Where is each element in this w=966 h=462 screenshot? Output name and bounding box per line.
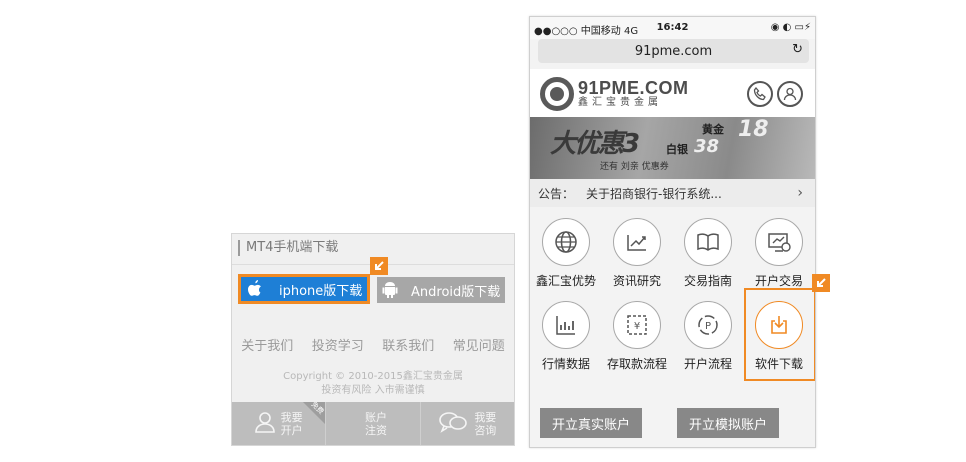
menu-item-open-trade[interactable]: 开户交易 [744,218,814,289]
phone-call-icon[interactable] [747,81,773,107]
banner-silver-value: 38 [694,136,720,157]
menu-item-advantages[interactable]: 鑫汇宝优势 [531,218,601,289]
software-download-highlight [744,288,815,381]
link-contact-us[interactable]: 联系我们 [382,335,434,354]
bar-chart-icon [542,301,590,349]
trend-chart-icon [613,218,661,266]
monitor-icon [755,218,803,266]
consult-line2: 咨询 [474,423,497,437]
consult-line1: 我要 [474,410,497,424]
menu-item-label: 开户流程 [683,357,732,371]
open-account-line1: 我要 [280,410,303,424]
link-about-us[interactable]: 关于我们 [241,335,293,354]
deposit-line2: 注资 [364,423,387,437]
phone-screen: ●●○○○ 中国移动 4G 16:42 ◉ ◐ ▭⚡ 91pme.com ↻ 9… [529,16,816,448]
globe-icon [542,218,590,266]
banner-gold-label: 黄金 [702,123,724,136]
menu-item-label: 开户交易 [754,274,803,288]
promo-banner[interactable]: 大优惠3 黄金 18 白银 38 还有 刘亲 优惠券 [530,117,815,179]
battery-icon: ◉ ◐ ▭⚡ [770,22,811,33]
money-transfer-icon: ¥ [613,301,661,349]
svg-text:P: P [705,321,711,332]
open-account-action[interactable]: 我要 开户 免费 [232,400,327,445]
reload-icon[interactable]: ↻ [792,42,803,57]
banner-small-text: 还有 刘亲 优惠券 [600,162,669,172]
open-real-account-button[interactable]: 开立真实账户 [540,408,642,438]
address-bar[interactable]: 91pme.com ↻ [538,39,809,63]
menu-item-label: 存取款流程 [606,357,667,371]
menu-item-research[interactable]: 资讯研究 [602,218,672,289]
link-investment-learning[interactable]: 投资学习 [312,335,364,354]
announcement-label: 公告： [538,186,575,201]
iphone-download-button[interactable]: iphone版下载 [238,274,370,304]
menu-item-label: 资讯研究 [612,274,661,288]
chevron-right-icon: › [797,185,803,201]
link-faq[interactable]: 常见问题 [453,335,505,354]
android-icon [377,278,403,302]
menu-item-trading-guide[interactable]: 交易指南 [673,218,743,289]
svg-text:¥: ¥ [634,321,640,332]
consult-action[interactable]: 我要 咨询 [421,402,514,445]
logo-title: 91PME.COM [578,78,689,98]
apple-icon [241,277,269,301]
callout-arrow-icon [812,274,830,292]
iphone-download-label: iphone版下载 [279,283,363,299]
book-icon [684,218,732,266]
copyright-text: Copyright © 2010-2015鑫汇宝贵金属 [283,371,463,382]
logo-subtitle: 鑫汇宝贵金属 [578,97,662,108]
announcement-bar[interactable]: 公告： 关于招商银行-银行系统... › [530,179,815,207]
site-header: 91PME.COM 鑫汇宝贵金属 [530,69,815,117]
open-account-line2: 开户 [280,423,303,437]
url-text: 91pme.com [634,43,713,59]
bottom-action-bar: 我要 开户 免费 账户 注资 我要 咨询 [232,400,514,445]
process-cycle-icon: P [684,301,732,349]
risk-note: 投资有风险 入市需谨慎 [321,385,425,396]
chat-icon [438,411,468,436]
menu-item-label: 行情数据 [541,357,590,371]
panel-title: MT4手机端下载 [238,240,338,256]
footer-links: 关于我们 投资学习 联系我们 常见问题 [232,335,514,354]
open-demo-account-button[interactable]: 开立模拟账户 [677,408,779,438]
menu-item-deposit-withdraw[interactable]: ¥ 存取款流程 [602,301,672,372]
logo-mark-icon [540,77,574,111]
banner-silver-label: 白银 [666,143,688,156]
menu-item-label: 交易指南 [683,274,732,288]
callout-arrow-icon [370,257,388,275]
banner-headline: 大优惠3 [550,129,640,159]
menu-item-market-data[interactable]: 行情数据 [531,301,601,372]
banner-gold-value: 18 [738,117,769,142]
site-logo[interactable]: 91PME.COM 鑫汇宝贵金属 [540,77,689,111]
status-bar: ●●○○○ 中国移动 4G 16:42 ◉ ◐ ▭⚡ [530,17,815,39]
android-download-label: Android版下载 [411,284,501,300]
menu-item-account-process[interactable]: P 开户流程 [673,301,743,372]
user-account-icon[interactable] [777,81,803,107]
menu-item-label: 鑫汇宝优势 [535,274,596,288]
announcement-text: 关于招商银行-银行系统... [586,186,722,201]
android-download-button[interactable]: Android版下载 [377,277,505,303]
account-deposit-action[interactable]: 账户 注资 [326,402,421,445]
user-icon [254,411,275,436]
deposit-line1: 账户 [364,410,387,424]
